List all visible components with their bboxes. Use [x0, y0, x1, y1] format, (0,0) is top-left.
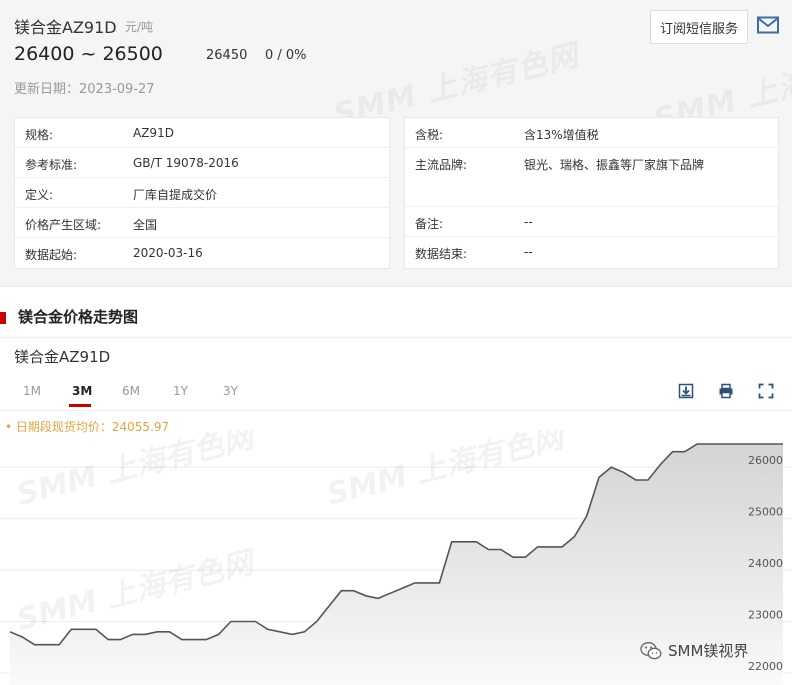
spec-label: 数据起始: [25, 248, 78, 262]
print-icon[interactable] [718, 383, 734, 399]
spec-table-right: 含税: 含13%增值税 主流品牌: 银光、瑞格、振鑫等厂家旗下品牌 备注: -- 数据… [404, 117, 779, 269]
spec-value: -- [524, 215, 533, 229]
spec-row: 备注: -- [405, 207, 778, 237]
spec-label: 备注: [415, 217, 444, 231]
spec-label: 含税: [415, 128, 444, 142]
range-3y-button[interactable]: 3Y [223, 384, 238, 398]
footer-brand: SMM镁视界 [640, 640, 748, 661]
spec-label: 定义: [25, 188, 54, 202]
price-unit: 元/吨 [125, 20, 154, 34]
spec-label: 参考标准: [25, 158, 78, 172]
y-tick-label: 26000 [748, 454, 783, 467]
divider [0, 410, 792, 411]
footer-brand-text: SMM镁视界 [668, 642, 749, 660]
fullscreen-icon[interactable] [758, 383, 774, 399]
subscribe-sms-button[interactable]: 订阅短信服务 [650, 10, 748, 44]
spec-label: 价格产生区域: [25, 218, 102, 232]
spec-row: 含税: 含13%增值税 [405, 118, 778, 148]
spec-row: 数据结束: -- [405, 237, 778, 266]
section-accent-bar [0, 312, 6, 324]
spec-row: 主流品牌: 银光、瑞格、振鑫等厂家旗下品牌 [405, 148, 778, 207]
price-range: 26400 ~ 26500 [14, 43, 163, 65]
price-change: 0 / 0% [265, 48, 307, 63]
download-icon[interactable] [678, 383, 694, 399]
chart-watermark: SMM 上海有色网 [323, 430, 570, 513]
y-tick-label: 25000 [748, 506, 783, 519]
spec-value: 含13%增值税 [524, 128, 599, 142]
y-tick-label: 24000 [748, 557, 783, 570]
spec-label: 主流品牌: [415, 158, 468, 172]
spec-row: 规格: AZ91D [15, 118, 389, 148]
spec-label: 数据结束: [415, 247, 468, 261]
divider [0, 337, 792, 338]
spec-row: 价格产生区域: 全国 [15, 208, 389, 238]
product-title: 镁合金AZ91D [14, 18, 117, 37]
spec-label: 规格: [25, 128, 54, 142]
spec-row: 参考标准: GB/T 19078-2016 [15, 148, 389, 178]
spec-table-left: 规格: AZ91D 参考标准: GB/T 19078-2016 定义: 厂库自提成交价… [14, 117, 390, 269]
active-range-indicator [69, 404, 91, 407]
section-title: 镁合金价格走势图 [18, 308, 139, 326]
range-1y-button[interactable]: 1Y [173, 384, 188, 398]
y-tick-label: 22000 [748, 660, 783, 673]
spec-value: GB/T 19078-2016 [133, 156, 239, 170]
spec-value: 2020-03-16 [133, 246, 203, 260]
range-1m-button[interactable]: 1M [23, 384, 41, 398]
price-header-panel: SMM 上海有色网 SMM 上海有色网 SMM 上海有色网 SMM 上海有色网 … [0, 0, 792, 287]
spec-value: -- [524, 245, 533, 259]
range-3m-button[interactable]: 3M [72, 384, 92, 398]
average-price: 26450 [206, 48, 248, 63]
y-tick-label: 23000 [748, 609, 783, 622]
chart-watermark: SMM 上海有色网 [13, 544, 260, 637]
update-date: 更新日期：2023-09-27 [14, 82, 155, 97]
wechat-icon [640, 641, 662, 659]
chart-watermark: SMM 上海有色网 [13, 430, 260, 513]
range-6m-button[interactable]: 6M [122, 384, 140, 398]
mail-icon[interactable] [757, 16, 779, 34]
spec-row: 定义: 厂库自提成交价 [15, 178, 389, 208]
chart-title: 镁合金AZ91D [14, 348, 111, 366]
spec-value: 银光、瑞格、振鑫等厂家旗下品牌 [524, 158, 705, 172]
spec-value: 全国 [133, 218, 158, 232]
spec-value: AZ91D [133, 126, 174, 140]
spec-value: 厂库自提成交价 [133, 188, 218, 202]
spec-row: 数据起始: 2020-03-16 [15, 238, 389, 267]
